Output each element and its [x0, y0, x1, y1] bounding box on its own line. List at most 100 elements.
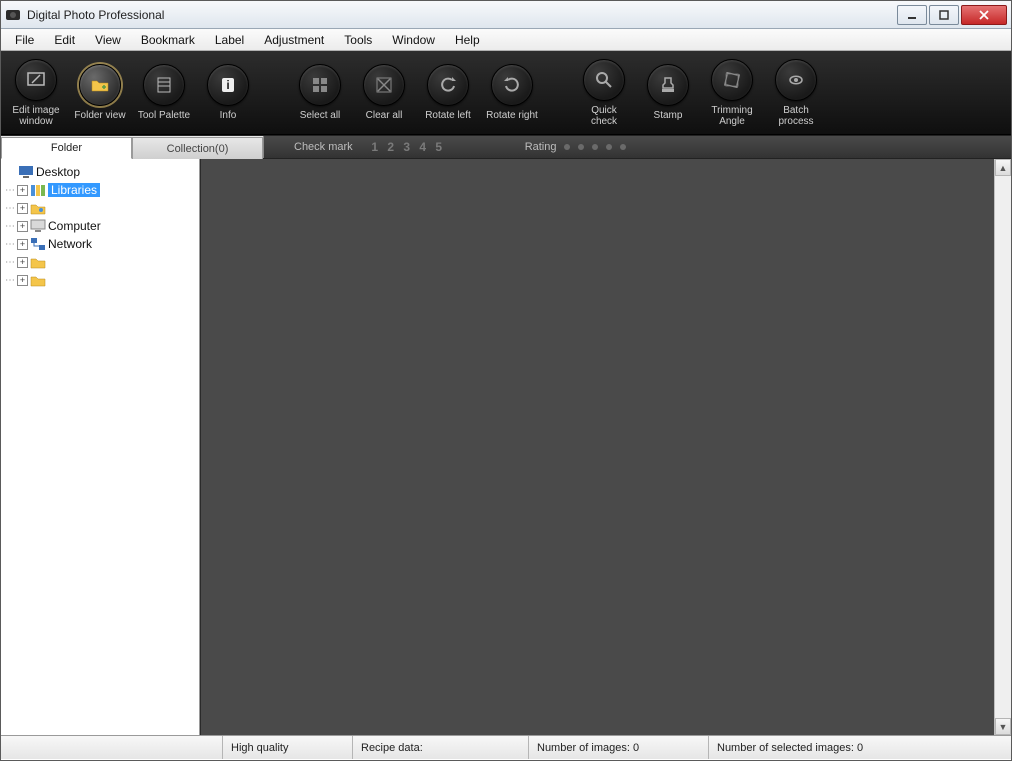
toolbar: Edit image window Folder view Tool Palet…	[1, 51, 1011, 135]
user-folder-icon	[30, 201, 46, 215]
rating-dots[interactable]	[564, 144, 626, 150]
folder-icon	[30, 273, 46, 287]
menu-help[interactable]: Help	[445, 29, 490, 50]
tree-label: Network	[48, 237, 92, 251]
folder-view-icon	[79, 64, 121, 106]
scroll-up-icon[interactable]: ▲	[995, 159, 1011, 176]
folder-icon	[30, 255, 46, 269]
trimming-angle-icon	[711, 59, 753, 101]
rating-label: Rating	[525, 141, 557, 153]
clear-all-icon	[363, 64, 405, 106]
tool-rotate-left[interactable]: Rotate left	[421, 64, 475, 121]
tool-rotate-right[interactable]: Rotate right	[485, 64, 539, 121]
menu-bar: File Edit View Bookmark Label Adjustment…	[1, 29, 1011, 51]
tool-label: Rotate right	[486, 110, 538, 121]
maximize-button[interactable]	[929, 5, 959, 25]
tree-label: Libraries	[48, 183, 100, 197]
tree-node-folder[interactable]: ⋯ +	[3, 253, 197, 271]
tool-stamp[interactable]: Stamp	[641, 64, 695, 121]
tool-folder-view[interactable]: Folder view	[73, 64, 127, 121]
tool-clear-all[interactable]: Clear all	[357, 64, 411, 121]
status-cell-empty	[1, 736, 223, 759]
main-area: Desktop ⋯ + Libraries ⋯ + ⋯ + Computer	[1, 159, 1011, 735]
menu-window[interactable]: Window	[382, 29, 445, 50]
expand-icon[interactable]: +	[17, 185, 28, 196]
window-title: Digital Photo Professional	[27, 8, 164, 22]
expand-icon[interactable]: +	[17, 275, 28, 286]
stamp-icon	[647, 64, 689, 106]
tab-folder[interactable]: Folder	[1, 137, 132, 159]
check-mark-2[interactable]: 2	[385, 140, 397, 154]
minimize-button[interactable]	[897, 5, 927, 25]
tool-palette-icon	[143, 64, 185, 106]
status-recipe: Recipe data:	[353, 736, 529, 759]
tree-node-network[interactable]: ⋯ + Network	[3, 235, 197, 253]
status-num-images: Number of images: 0	[529, 736, 709, 759]
tree-label: Desktop	[36, 165, 80, 179]
tree-node-user[interactable]: ⋯ +	[3, 199, 197, 217]
network-icon	[30, 237, 46, 251]
menu-edit[interactable]: Edit	[44, 29, 85, 50]
tab-row: Folder Collection(0) Check mark 1 2 3 4 …	[1, 135, 1011, 159]
tool-label: Batch process	[769, 105, 823, 127]
menu-label[interactable]: Label	[205, 29, 254, 50]
check-mark-3[interactable]: 3	[401, 140, 413, 154]
filter-bar: Check mark 1 2 3 4 5 Rating	[264, 136, 1011, 158]
tool-label: Select all	[300, 110, 341, 121]
tool-label: Edit image window	[9, 105, 63, 127]
info-icon: i	[207, 64, 249, 106]
tool-label: Rotate left	[425, 110, 471, 121]
quick-check-icon	[583, 59, 625, 101]
status-num-selected: Number of selected images: 0	[709, 736, 1011, 759]
check-mark-label: Check mark	[294, 141, 353, 153]
check-mark-1[interactable]: 1	[369, 140, 381, 154]
computer-icon	[30, 219, 46, 233]
check-mark-5[interactable]: 5	[433, 140, 445, 154]
tool-trimming-angle[interactable]: Trimming Angle	[705, 59, 759, 127]
menu-adjustment[interactable]: Adjustment	[254, 29, 334, 50]
expand-icon[interactable]: +	[17, 239, 28, 250]
tool-label: Stamp	[654, 110, 683, 121]
menu-tools[interactable]: Tools	[334, 29, 382, 50]
scroll-down-icon[interactable]: ▼	[995, 718, 1011, 735]
menu-view[interactable]: View	[85, 29, 131, 50]
rotate-right-icon	[491, 64, 533, 106]
menu-bookmark[interactable]: Bookmark	[131, 29, 205, 50]
batch-process-icon	[775, 59, 817, 101]
tree-node-desktop[interactable]: Desktop	[3, 163, 197, 181]
tool-label: Info	[220, 110, 237, 121]
tree-node-folder[interactable]: ⋯ +	[3, 271, 197, 289]
tool-label: Folder view	[74, 110, 125, 121]
edit-image-window-icon	[15, 59, 57, 101]
title-bar: Digital Photo Professional	[1, 1, 1011, 29]
expand-icon[interactable]: +	[17, 203, 28, 214]
thumbnail-pane[interactable]: ▲ ▼	[200, 159, 1011, 735]
tree-node-libraries[interactable]: ⋯ + Libraries	[3, 181, 197, 199]
tool-edit-image-window[interactable]: Edit image window	[9, 59, 63, 127]
svg-text:i: i	[226, 78, 229, 92]
tool-label: Clear all	[366, 110, 403, 121]
tool-label: Trimming Angle	[705, 105, 759, 127]
menu-file[interactable]: File	[5, 29, 44, 50]
status-quality: High quality	[223, 736, 353, 759]
tab-collection[interactable]: Collection(0)	[132, 137, 263, 159]
expand-icon[interactable]: +	[17, 257, 28, 268]
tool-label: Quick check	[577, 105, 631, 127]
tree-label: Computer	[48, 219, 101, 233]
monitor-icon	[18, 165, 34, 179]
close-button[interactable]	[961, 5, 1007, 25]
select-all-icon	[299, 64, 341, 106]
tool-tool-palette[interactable]: Tool Palette	[137, 64, 191, 121]
folder-tree[interactable]: Desktop ⋯ + Libraries ⋯ + ⋯ + Computer	[1, 159, 200, 735]
vertical-scrollbar[interactable]: ▲ ▼	[994, 159, 1011, 735]
expand-icon[interactable]: +	[17, 221, 28, 232]
tool-batch-process[interactable]: Batch process	[769, 59, 823, 127]
rotate-left-icon	[427, 64, 469, 106]
tool-select-all[interactable]: Select all	[293, 64, 347, 121]
tool-quick-check[interactable]: Quick check	[577, 59, 631, 127]
tree-node-computer[interactable]: ⋯ + Computer	[3, 217, 197, 235]
tool-info[interactable]: i Info	[201, 64, 255, 121]
tool-label: Tool Palette	[138, 110, 190, 121]
check-mark-4[interactable]: 4	[417, 140, 429, 154]
app-icon	[5, 7, 21, 23]
